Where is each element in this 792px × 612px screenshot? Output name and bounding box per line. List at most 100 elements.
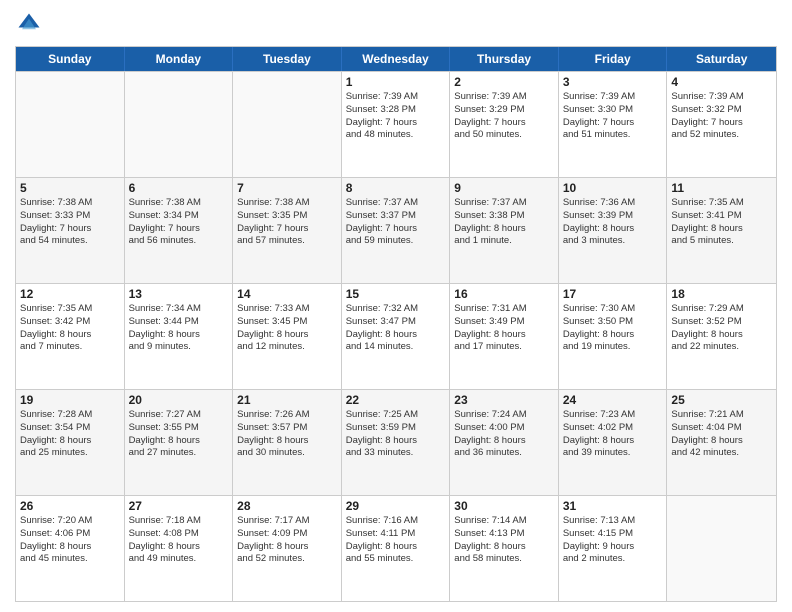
cell-info: Sunrise: 7:13 AM Sunset: 4:15 PM Dayligh… bbox=[563, 515, 663, 566]
day-number: 4 bbox=[671, 75, 772, 89]
day-number: 16 bbox=[454, 287, 554, 301]
cal-cell-day-15: 15 Sunrise: 7:32 AM Sunset: 3:47 PM Dayli… bbox=[342, 284, 451, 389]
cell-info: Sunrise: 7:21 AM Sunset: 4:04 PM Dayligh… bbox=[671, 409, 772, 460]
cal-week-1: 1 Sunrise: 7:39 AM Sunset: 3:28 PM Daylig… bbox=[16, 71, 776, 177]
cell-info: Sunrise: 7:37 AM Sunset: 3:38 PM Dayligh… bbox=[454, 197, 554, 248]
cal-header-saturday: Saturday bbox=[667, 47, 776, 71]
cal-header-friday: Friday bbox=[559, 47, 668, 71]
day-number: 7 bbox=[237, 181, 337, 195]
day-number: 1 bbox=[346, 75, 446, 89]
cell-info: Sunrise: 7:16 AM Sunset: 4:11 PM Dayligh… bbox=[346, 515, 446, 566]
cell-info: Sunrise: 7:27 AM Sunset: 3:55 PM Dayligh… bbox=[129, 409, 229, 460]
cal-cell-day-14: 14Sunrise: 7:33 AM Sunset: 3:45 PM Dayli… bbox=[233, 284, 342, 389]
calendar: SundayMondayTuesdayWednesdayThursdayFrid… bbox=[15, 46, 777, 602]
cell-info: Sunrise: 7:39 AM Sunset: 3:29 PM Dayligh… bbox=[454, 91, 554, 142]
cal-header-monday: Monday bbox=[125, 47, 234, 71]
cal-cell-empty bbox=[16, 72, 125, 177]
cal-cell-day-8: 8Sunrise: 7:37 AM Sunset: 3:37 PM Daylig… bbox=[342, 178, 451, 283]
cell-info: Sunrise: 7:32 AM Sunset: 3:47 PM Dayligh… bbox=[346, 303, 446, 354]
cal-cell-day-2: 2 Sunrise: 7:39 AM Sunset: 3:29 PM Daylig… bbox=[450, 72, 559, 177]
day-number: 6 bbox=[129, 181, 229, 195]
cal-header-tuesday: Tuesday bbox=[233, 47, 342, 71]
cell-info: Sunrise: 7:34 AM Sunset: 3:44 PM Dayligh… bbox=[129, 303, 229, 354]
day-number: 9 bbox=[454, 181, 554, 195]
day-number: 18 bbox=[671, 287, 772, 301]
cal-cell-day-13: 13Sunrise: 7:34 AM Sunset: 3:44 PM Dayli… bbox=[125, 284, 234, 389]
day-number: 23 bbox=[454, 393, 554, 407]
cell-info: Sunrise: 7:39 AM Sunset: 3:28 PM Dayligh… bbox=[346, 91, 446, 142]
day-number: 11 bbox=[671, 181, 772, 195]
cal-cell-day-20: 20 Sunrise: 7:27 AM Sunset: 3:55 PM Dayli… bbox=[125, 390, 234, 495]
day-number: 21 bbox=[237, 393, 337, 407]
cell-info: Sunrise: 7:30 AM Sunset: 3:50 PM Dayligh… bbox=[563, 303, 663, 354]
day-number: 14 bbox=[237, 287, 337, 301]
cell-info: Sunrise: 7:23 AM Sunset: 4:02 PM Dayligh… bbox=[563, 409, 663, 460]
cell-info: Sunrise: 7:28 AM Sunset: 3:54 PM Dayligh… bbox=[20, 409, 120, 460]
cal-cell-day-5: 5 Sunrise: 7:38 AM Sunset: 3:33 PM Daylig… bbox=[16, 178, 125, 283]
cal-cell-day-29: 29 Sunrise: 7:16 AM Sunset: 4:11 PM Dayli… bbox=[342, 496, 451, 601]
cal-cell-day-7: 7 Sunrise: 7:38 AM Sunset: 3:35 PM Daylig… bbox=[233, 178, 342, 283]
cal-cell-day-25: 25 Sunrise: 7:21 AM Sunset: 4:04 PM Dayli… bbox=[667, 390, 776, 495]
page: SundayMondayTuesdayWednesdayThursdayFrid… bbox=[0, 0, 792, 612]
cal-cell-day-18: 18Sunrise: 7:29 AM Sunset: 3:52 PM Dayli… bbox=[667, 284, 776, 389]
cell-info: Sunrise: 7:39 AM Sunset: 3:32 PM Dayligh… bbox=[671, 91, 772, 142]
cal-week-3: 12 Sunrise: 7:35 AM Sunset: 3:42 PM Dayli… bbox=[16, 283, 776, 389]
cal-cell-day-23: 23 Sunrise: 7:24 AM Sunset: 4:00 PM Dayli… bbox=[450, 390, 559, 495]
cell-info: Sunrise: 7:38 AM Sunset: 3:33 PM Dayligh… bbox=[20, 197, 120, 248]
cal-cell-day-9: 9 Sunrise: 7:37 AM Sunset: 3:38 PM Daylig… bbox=[450, 178, 559, 283]
day-number: 12 bbox=[20, 287, 120, 301]
day-number: 17 bbox=[563, 287, 663, 301]
cal-cell-day-3: 3 Sunrise: 7:39 AM Sunset: 3:30 PM Daylig… bbox=[559, 72, 668, 177]
day-number: 8 bbox=[346, 181, 446, 195]
cal-cell-day-22: 22Sunrise: 7:25 AM Sunset: 3:59 PM Dayli… bbox=[342, 390, 451, 495]
cal-cell-day-6: 6 Sunrise: 7:38 AM Sunset: 3:34 PM Daylig… bbox=[125, 178, 234, 283]
cal-cell-day-12: 12 Sunrise: 7:35 AM Sunset: 3:42 PM Dayli… bbox=[16, 284, 125, 389]
day-number: 19 bbox=[20, 393, 120, 407]
cal-week-2: 5 Sunrise: 7:38 AM Sunset: 3:33 PM Daylig… bbox=[16, 177, 776, 283]
day-number: 27 bbox=[129, 499, 229, 513]
day-number: 22 bbox=[346, 393, 446, 407]
cell-info: Sunrise: 7:39 AM Sunset: 3:30 PM Dayligh… bbox=[563, 91, 663, 142]
day-number: 15 bbox=[346, 287, 446, 301]
cell-info: Sunrise: 7:24 AM Sunset: 4:00 PM Dayligh… bbox=[454, 409, 554, 460]
cal-week-4: 19 Sunrise: 7:28 AM Sunset: 3:54 PM Dayli… bbox=[16, 389, 776, 495]
day-number: 26 bbox=[20, 499, 120, 513]
cal-cell-day-4: 4 Sunrise: 7:39 AM Sunset: 3:32 PM Daylig… bbox=[667, 72, 776, 177]
calendar-body: 1 Sunrise: 7:39 AM Sunset: 3:28 PM Daylig… bbox=[16, 71, 776, 601]
day-number: 5 bbox=[20, 181, 120, 195]
cal-cell-day-19: 19 Sunrise: 7:28 AM Sunset: 3:54 PM Dayli… bbox=[16, 390, 125, 495]
cal-cell-day-17: 17 Sunrise: 7:30 AM Sunset: 3:50 PM Dayli… bbox=[559, 284, 668, 389]
cell-info: Sunrise: 7:18 AM Sunset: 4:08 PM Dayligh… bbox=[129, 515, 229, 566]
logo-icon bbox=[15, 10, 43, 38]
day-number: 25 bbox=[671, 393, 772, 407]
cal-cell-day-21: 21 Sunrise: 7:26 AM Sunset: 3:57 PM Dayli… bbox=[233, 390, 342, 495]
cell-info: Sunrise: 7:38 AM Sunset: 3:35 PM Dayligh… bbox=[237, 197, 337, 248]
calendar-header: SundayMondayTuesdayWednesdayThursdayFrid… bbox=[16, 47, 776, 71]
cal-header-thursday: Thursday bbox=[450, 47, 559, 71]
cal-cell-day-1: 1 Sunrise: 7:39 AM Sunset: 3:28 PM Daylig… bbox=[342, 72, 451, 177]
cal-cell-day-26: 26Sunrise: 7:20 AM Sunset: 4:06 PM Dayli… bbox=[16, 496, 125, 601]
day-number: 10 bbox=[563, 181, 663, 195]
day-number: 30 bbox=[454, 499, 554, 513]
cal-week-5: 26Sunrise: 7:20 AM Sunset: 4:06 PM Dayli… bbox=[16, 495, 776, 601]
cal-cell-day-27: 27 Sunrise: 7:18 AM Sunset: 4:08 PM Dayli… bbox=[125, 496, 234, 601]
day-number: 3 bbox=[563, 75, 663, 89]
logo bbox=[15, 10, 47, 38]
cell-info: Sunrise: 7:35 AM Sunset: 3:42 PM Dayligh… bbox=[20, 303, 120, 354]
cal-cell-empty bbox=[125, 72, 234, 177]
day-number: 20 bbox=[129, 393, 229, 407]
day-number: 24 bbox=[563, 393, 663, 407]
cal-cell-empty bbox=[667, 496, 776, 601]
day-number: 2 bbox=[454, 75, 554, 89]
cell-info: Sunrise: 7:31 AM Sunset: 3:49 PM Dayligh… bbox=[454, 303, 554, 354]
cell-info: Sunrise: 7:14 AM Sunset: 4:13 PM Dayligh… bbox=[454, 515, 554, 566]
cal-cell-day-31: 31 Sunrise: 7:13 AM Sunset: 4:15 PM Dayli… bbox=[559, 496, 668, 601]
cell-info: Sunrise: 7:26 AM Sunset: 3:57 PM Dayligh… bbox=[237, 409, 337, 460]
cell-info: Sunrise: 7:36 AM Sunset: 3:39 PM Dayligh… bbox=[563, 197, 663, 248]
cal-cell-empty bbox=[233, 72, 342, 177]
day-number: 28 bbox=[237, 499, 337, 513]
day-number: 29 bbox=[346, 499, 446, 513]
cell-info: Sunrise: 7:38 AM Sunset: 3:34 PM Dayligh… bbox=[129, 197, 229, 248]
cal-header-sunday: Sunday bbox=[16, 47, 125, 71]
day-number: 31 bbox=[563, 499, 663, 513]
